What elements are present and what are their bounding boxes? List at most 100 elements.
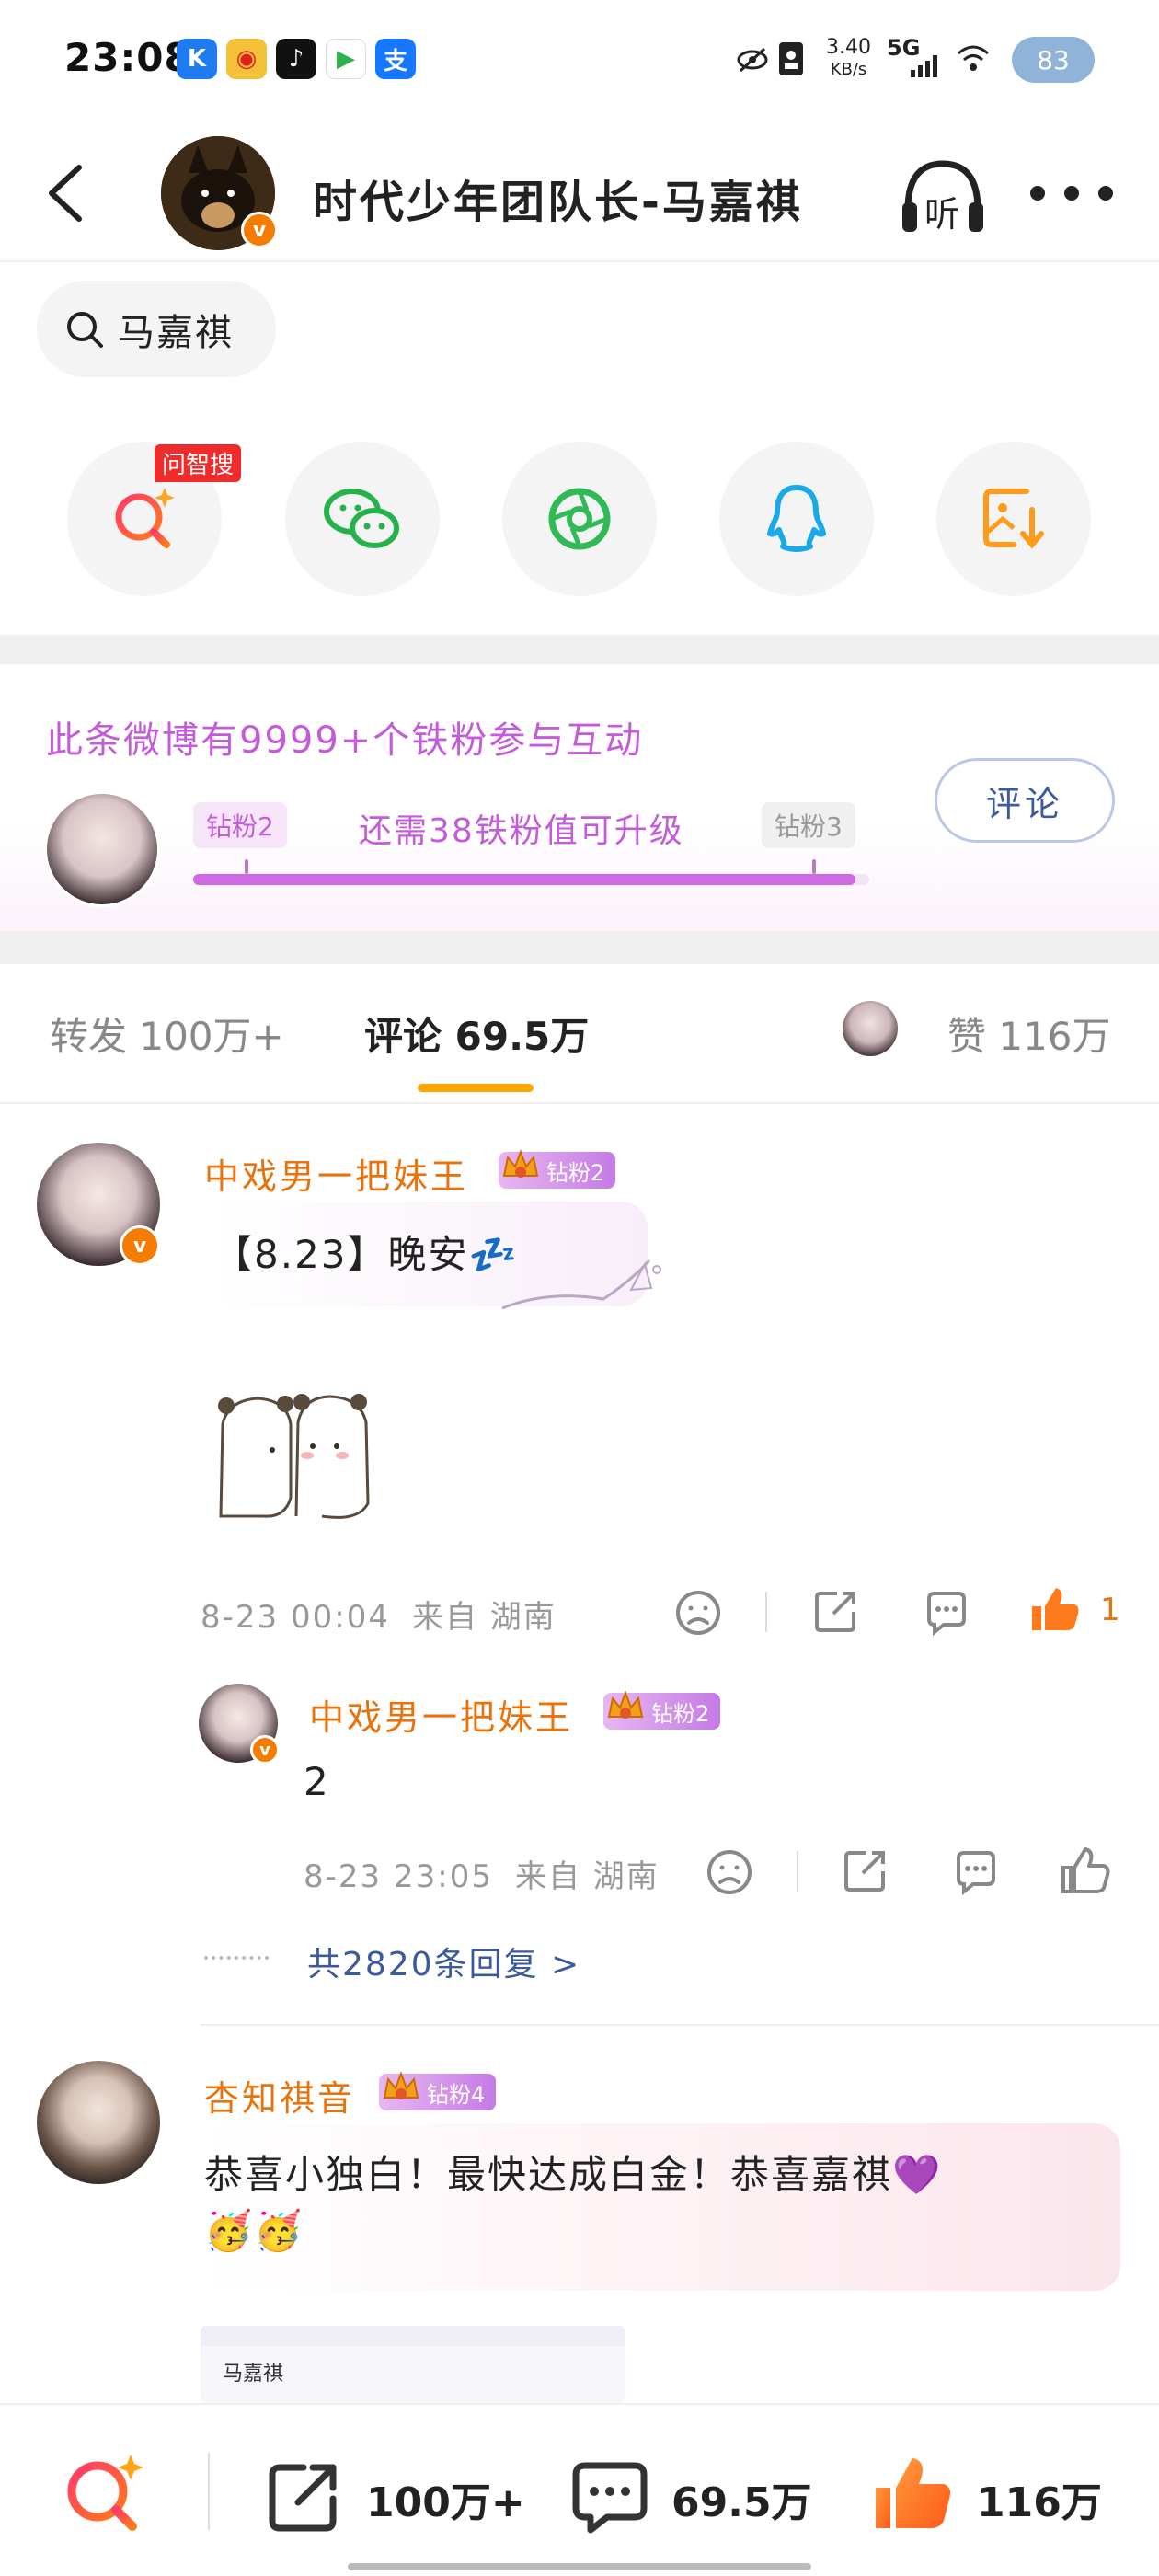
- engagement-tabs: 转发 100万+ 评论 69.5万 赞 116万: [0, 964, 1159, 1104]
- commenter-avatar[interactable]: v: [37, 1143, 160, 1266]
- verified-badge-icon: v: [120, 1225, 160, 1266]
- fan-section-title: 此条微博有9999+个铁粉参与互动: [46, 719, 644, 762]
- bubble-decoration-icon: [501, 1259, 661, 1310]
- video-app-icon: ▶: [326, 39, 366, 79]
- divider: [208, 2453, 210, 2530]
- progress-tick-start: [245, 859, 248, 874]
- back-arrow-icon[interactable]: [37, 156, 101, 230]
- eye-off-icon: [737, 47, 768, 73]
- tab-comments[interactable]: 评论 69.5万: [364, 1006, 589, 1062]
- qq-share-button[interactable]: [719, 442, 874, 596]
- crown-icon: [383, 2071, 419, 2099]
- listen-button[interactable]: 听: [897, 155, 989, 237]
- verified-badge-icon: v: [241, 212, 278, 248]
- dot-icon: [1098, 186, 1113, 201]
- dot-icon: [1064, 186, 1079, 201]
- alipay-app-icon: 支: [375, 39, 416, 79]
- ai-search-tag: 问智搜: [155, 444, 242, 482]
- listen-label: 听: [924, 194, 960, 235]
- fan-level-badge: 钻粉2: [603, 1690, 721, 1730]
- search-query: 马嘉祺: [118, 311, 234, 354]
- dislike-face-icon[interactable]: [671, 1586, 725, 1639]
- section-divider: [0, 635, 1159, 668]
- wechat-icon: [324, 489, 399, 548]
- weibo-app-icon: ◉: [226, 39, 267, 79]
- share-icon[interactable]: [839, 1844, 892, 1897]
- reply-thread-dots: [204, 1956, 269, 1960]
- verified-badge-icon: v: [250, 1735, 280, 1765]
- next-fan-level: 钻粉3: [762, 802, 855, 848]
- search-chip[interactable]: 马嘉祺: [37, 281, 276, 377]
- image-preview-card[interactable]: 马嘉祺: [201, 2326, 625, 2403]
- home-indicator[interactable]: [348, 2563, 811, 2570]
- repost-count[interactable]: 100万+: [366, 2469, 525, 2528]
- fan-progress-text: 还需38铁粉值可升级: [359, 812, 684, 850]
- liker-avatar: [843, 1001, 898, 1056]
- crown-icon: [502, 1149, 539, 1178]
- page-title: 时代少年团队长-马嘉祺: [313, 177, 803, 228]
- tab-repost[interactable]: 转发 100万+: [50, 1006, 284, 1062]
- reply-icon[interactable]: [949, 1846, 1003, 1899]
- preview-search-label: 马嘉祺: [223, 2363, 284, 2386]
- sim-icon: [779, 42, 803, 75]
- ai-search-icon[interactable]: [59, 2445, 151, 2537]
- wechat-share-button[interactable]: [285, 442, 440, 596]
- preview-header-strip: [201, 2326, 625, 2346]
- status-bar: 23:08 K ◉ ♪ ▶ 支 3.40 KB/s 5G 83: [0, 0, 1159, 120]
- reply-icon[interactable]: [920, 1586, 973, 1639]
- reply-author-name[interactable]: 中戏男一把妹王: [309, 1689, 573, 1740]
- divider: [765, 1592, 767, 1632]
- comment-text-line1: 恭喜小独白！最快达成白金！恭喜嘉祺💜: [204, 2152, 943, 2197]
- fan-progress-fill: [193, 874, 855, 885]
- active-tab-indicator: [418, 1084, 534, 1092]
- comment-divider: [201, 2024, 1159, 2026]
- commenter-avatar[interactable]: [37, 2061, 160, 2184]
- search-icon: [67, 311, 103, 348]
- save-image-icon: [983, 489, 1044, 549]
- comment-timestamp: 8-23 00:04 来自 湖南: [201, 1599, 557, 1636]
- bottom-action-bar: 100万+ 69.5万 116万: [0, 2403, 1159, 2576]
- kugou-app-icon: K: [177, 39, 217, 79]
- fan-level-badge: 钻粉2: [499, 1149, 616, 1189]
- tab-likes[interactable]: 赞 116万: [947, 1006, 1111, 1062]
- ai-search-icon: [115, 488, 175, 548]
- comment-icon[interactable]: [568, 2458, 651, 2537]
- comment-sticker-image[interactable]: [212, 1387, 396, 1525]
- header: v 时代少年团队长-马嘉祺 听: [0, 120, 1159, 262]
- repost-icon[interactable]: [263, 2456, 344, 2537]
- battery-indicator: 83: [1012, 37, 1095, 83]
- share-icon[interactable]: [809, 1584, 863, 1638]
- moments-share-button[interactable]: [502, 442, 657, 596]
- moments-icon: [548, 488, 611, 550]
- crown-icon: [607, 1690, 644, 1719]
- reply-timestamp: 8-23 23:05 来自 湖南: [304, 1858, 660, 1895]
- comment-count[interactable]: 69.5万: [671, 2469, 812, 2528]
- like-count: 1: [1100, 1592, 1122, 1628]
- current-fan-level: 钻粉2: [193, 802, 287, 848]
- net-speed: 3.40 KB/s: [826, 36, 871, 80]
- signal-bars-icon: [911, 55, 937, 77]
- my-avatar: [44, 791, 160, 907]
- like-filled-icon[interactable]: [870, 2451, 955, 2536]
- like-outline-icon[interactable]: [1058, 1844, 1111, 1897]
- divider: [797, 1851, 798, 1892]
- dislike-face-icon[interactable]: [703, 1846, 756, 1899]
- save-image-share-button[interactable]: [936, 442, 1091, 596]
- comment-text: 【8.23】晚安💤: [213, 1232, 519, 1277]
- reply-avatar[interactable]: v: [199, 1684, 280, 1765]
- more-options-button[interactable]: [1030, 175, 1113, 212]
- progress-tick-end: [812, 859, 816, 874]
- commenter-name[interactable]: 杏知祺音: [204, 2070, 355, 2121]
- like-count-total[interactable]: 116万: [977, 2469, 1102, 2528]
- tiktok-app-icon: ♪: [276, 39, 316, 79]
- view-all-replies-link[interactable]: 共2820条回复 >: [307, 1938, 580, 1985]
- dot-icon: [1030, 186, 1045, 201]
- fan-interaction-section: 此条微博有9999+个铁粉参与互动 钻粉2 还需38铁粉值可升级 钻粉3 评论: [0, 664, 1159, 931]
- qq-icon: [767, 485, 826, 552]
- fan-comment-button[interactable]: 评论: [935, 758, 1115, 843]
- wifi-icon: [958, 45, 989, 71]
- comment-text-line2: 🥳🥳: [204, 2208, 304, 2253]
- commenter-name[interactable]: 中戏男一把妹王: [204, 1148, 468, 1199]
- status-time: 23:08: [64, 35, 192, 80]
- like-filled-icon[interactable]: [1028, 1582, 1082, 1636]
